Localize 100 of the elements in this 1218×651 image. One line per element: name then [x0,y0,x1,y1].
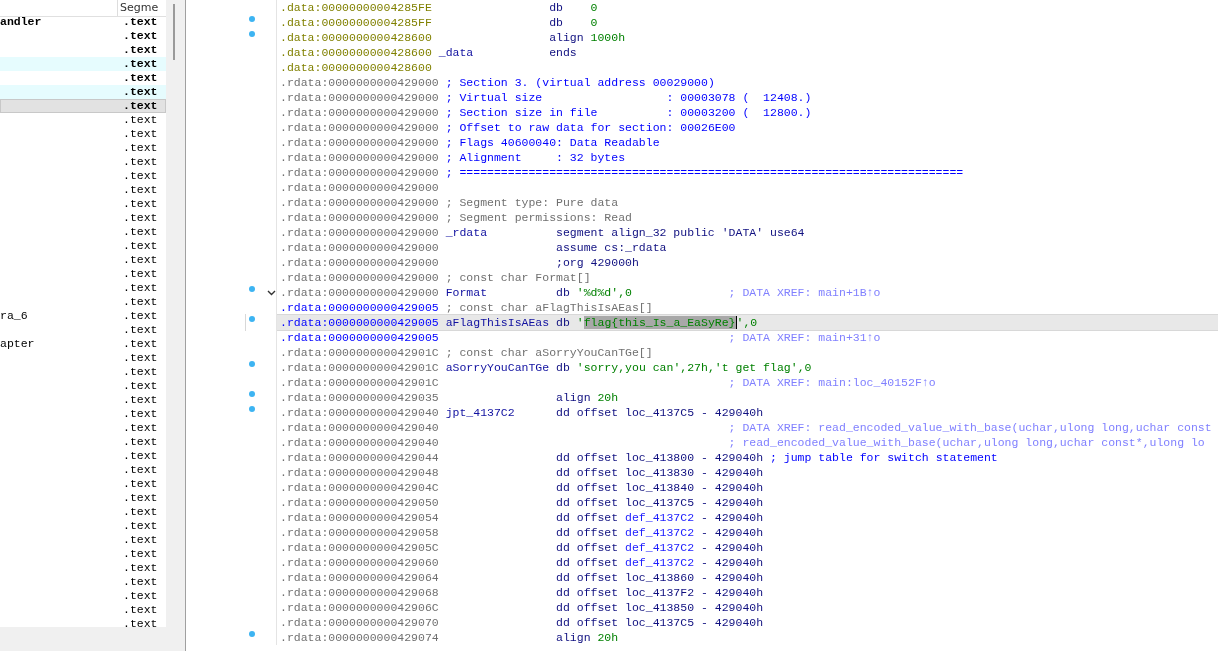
address-text: .rdata:0000000000429000 [280,196,439,209]
column-header[interactable]: Segme [117,0,164,16]
function-row[interactable]: .text [0,463,166,477]
segment-cell-text: .text [123,113,159,127]
function-row[interactable]: .text [0,57,166,71]
function-row[interactable]: .text [0,533,166,547]
segment-cell-text: .text [123,617,159,627]
segment-cell-text: .text [123,309,159,323]
address-text: .rdata:0000000000429000 [280,106,439,119]
address-text: .rdata:0000000000429060 [280,556,439,569]
address-text: .rdata:0000000000429044 [280,451,439,464]
function-row[interactable]: .text [0,407,166,421]
function-row[interactable]: .text [0,43,166,57]
function-row[interactable]: .text [0,267,166,281]
function-row[interactable]: .text [0,155,166,169]
function-row[interactable]: .text [0,197,166,211]
address-text: .rdata:0000000000429000 [280,211,439,224]
segment-cell-text: .text [123,141,159,155]
label-text[interactable]: _rdata [445,226,488,239]
address-text: .rdata:0000000000429040 [280,436,439,449]
function-row[interactable]: .text [0,99,166,113]
address-text: .data:00000000004285FE [280,1,432,14]
comment-text: ; Section 3. (virtual address 00029000) [445,76,715,89]
segment-cell-text: .text [123,365,159,379]
segment-cell-text: .text [123,519,159,533]
function-row[interactable]: .text [0,225,166,239]
function-row[interactable]: .text [0,141,166,155]
segment-cell-text: .text [123,505,159,519]
instruction-text: dd offset def_4137C2 - 429040h [556,541,764,554]
address-text: .rdata:0000000000429000 [280,181,439,194]
function-row[interactable]: .text [0,491,166,505]
label-text[interactable]: jpt_4137C2 [445,406,515,419]
function-row[interactable]: .text [0,421,166,435]
instruction-text: dd offset loc_413800 - 429040h [556,451,764,464]
function-row[interactable]: ra_6 .text [0,309,166,323]
function-row[interactable]: .text [0,211,166,225]
instruction-text: dd offset def_4137C2 - 429040h [556,526,764,539]
label-text[interactable]: aSorryYouCanTGe [445,361,550,374]
function-row[interactable]: .text [0,113,166,127]
function-row[interactable]: .text [0,393,166,407]
function-row[interactable]: .text [0,169,166,183]
instruction-text: db 'flag{this_Is_a_EaSyRe}',0 [556,316,758,329]
function-row[interactable]: .text [0,85,166,99]
address-text: .rdata:0000000000429050 [280,496,439,509]
label-text[interactable]: aFlagThisIsAEas [445,316,550,329]
segment-cell-text: .text [123,603,159,617]
instruction-text: align 20h [556,631,619,644]
function-row[interactable]: .text [0,239,166,253]
address-text: .rdata:0000000000429058 [280,526,439,539]
function-row[interactable]: .text [0,589,166,603]
function-row[interactable]: .text [0,435,166,449]
instruction-text: dd offset def_4137C2 - 429040h [556,556,764,569]
function-row[interactable]: .text [0,351,166,365]
segment-cell-text: .text [123,561,159,575]
segment-cell-text: .text [123,225,159,239]
collapse-chevron-icon[interactable] [267,290,276,296]
segment-cell-text: .text [123,449,159,463]
function-name: andler [0,15,42,28]
comment-text: ; jump table for switch statement [770,451,998,464]
segment-cell-text: .text [123,29,159,43]
function-row[interactable]: .text [0,617,166,627]
function-row[interactable]: .text [0,547,166,561]
function-row[interactable]: .text [0,323,166,337]
function-row[interactable]: .text [0,29,166,43]
instruction-text: db '%d%d',0 [556,286,632,299]
comment-text: ; Flags 40600040: Data Readable [445,136,660,149]
address-text: .rdata:0000000000429074 [280,631,439,644]
function-row[interactable]: .text [0,365,166,379]
instruction-text: dd offset loc_4137C5 - 429040h [556,406,764,419]
instruction-text: dd offset def_4137C2 - 429040h [556,511,764,524]
function-row[interactable]: .text [0,295,166,309]
function-row[interactable]: .text [0,575,166,589]
function-row[interactable]: .text [0,183,166,197]
address-text: .rdata:0000000000429040 [280,421,439,434]
address-text: .rdata:0000000000429000 [280,136,439,149]
function-row[interactable]: .text [0,71,166,85]
function-row[interactable]: .text [0,477,166,491]
address-text: .rdata:0000000000429054 [280,511,439,524]
function-row[interactable]: .text [0,281,166,295]
instruction-text: assume cs:_rdata [556,241,667,254]
comment-text: ; const char aSorryYouCanTGe[] [445,346,653,359]
address-text: .rdata:0000000000429070 [280,616,439,629]
function-row[interactable]: .text [0,561,166,575]
segment-cell-text: .text [123,127,159,141]
label-text[interactable]: Format [445,286,488,299]
function-row[interactable]: .text [0,127,166,141]
function-row[interactable]: .text [0,253,166,267]
function-row[interactable]: .text [0,505,166,519]
address-text: .rdata:0000000000429000 [280,76,439,89]
function-row[interactable]: .text [0,379,166,393]
address-text: .rdata:0000000000429035 [280,391,439,404]
function-row[interactable]: apter .text [0,337,166,351]
function-row[interactable]: andler .text [0,15,166,29]
function-row[interactable]: .text [0,449,166,463]
label-text[interactable]: _data [438,46,474,59]
segment-cell-text: .text [123,183,159,197]
address-text: .rdata:0000000000429000 [280,166,439,179]
function-row[interactable]: .text [0,519,166,533]
function-row[interactable]: .text [0,603,166,617]
comment-text: ; read_encoded_value_with_base(uchar,ulong long,uchar const*,ulong lo [728,436,1205,449]
